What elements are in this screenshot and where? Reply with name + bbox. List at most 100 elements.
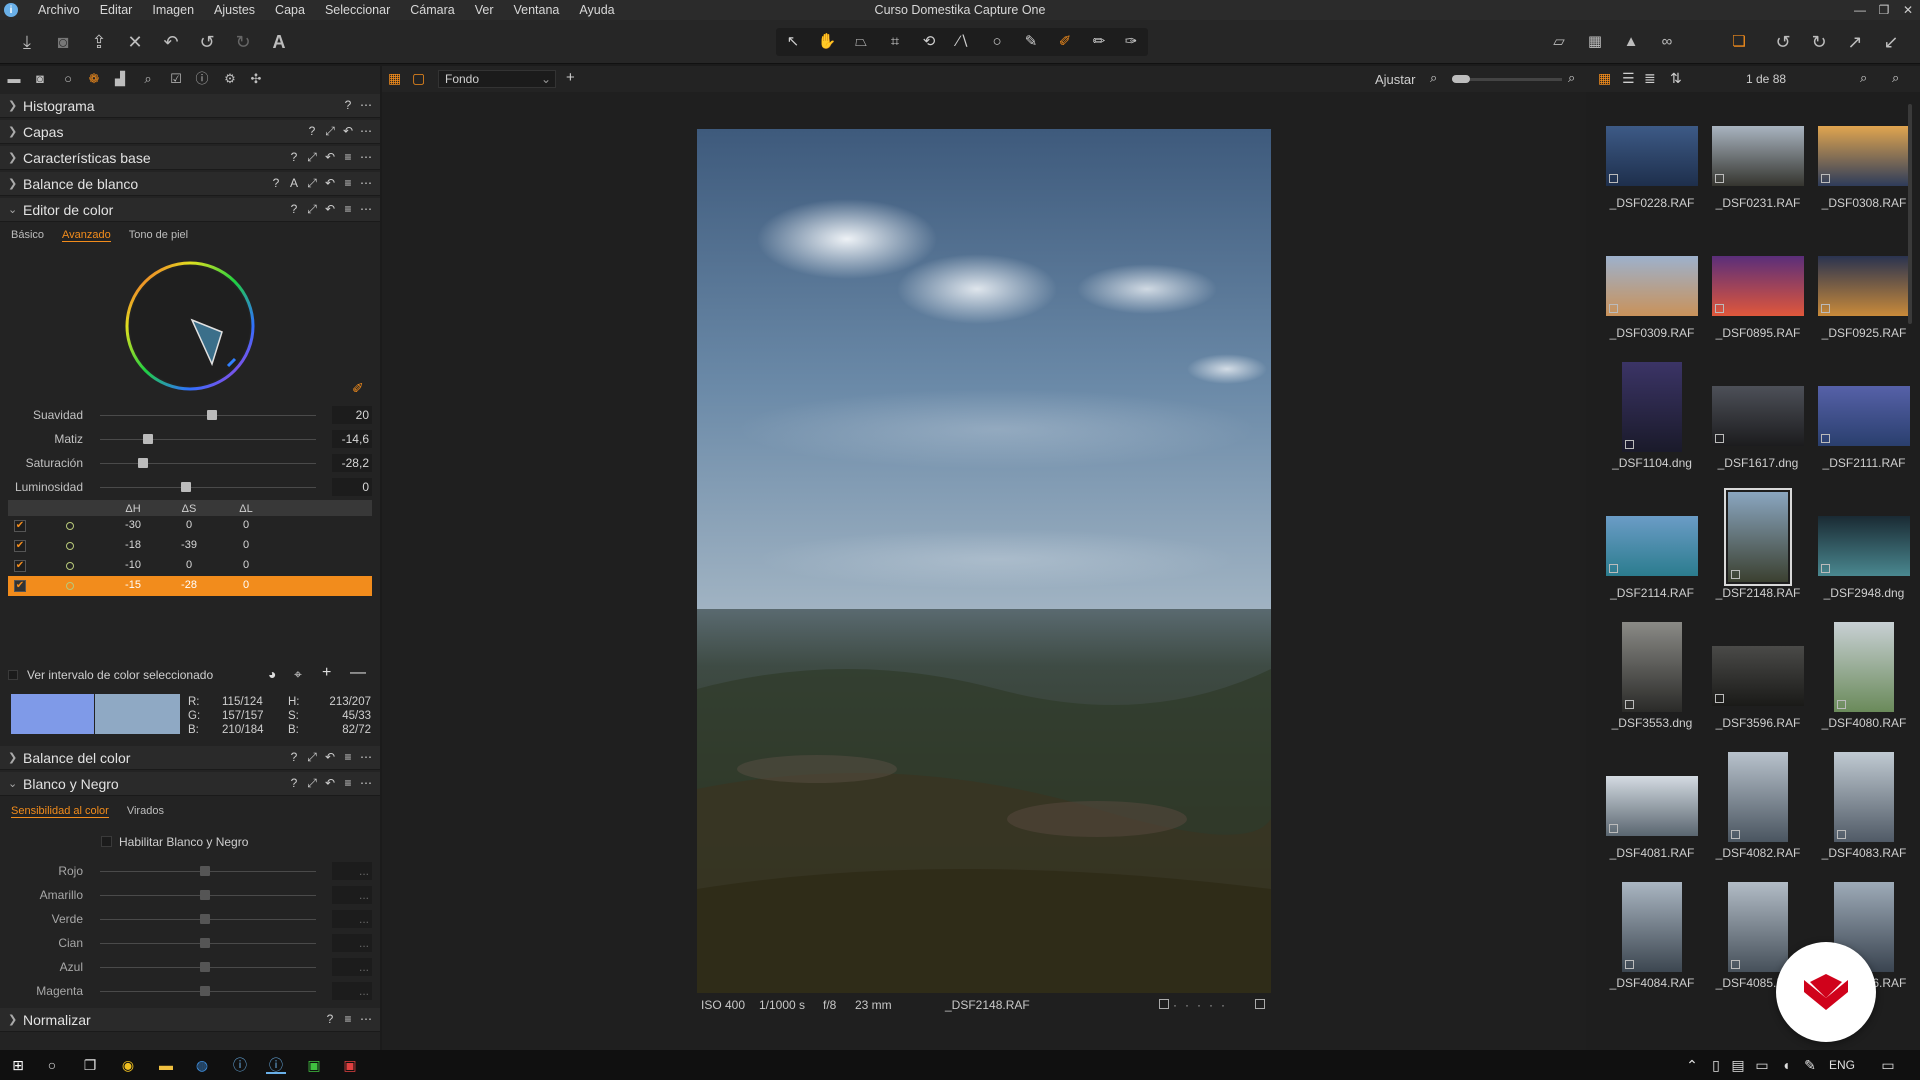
slider-knob[interactable]	[200, 866, 210, 876]
thumbnail-image[interactable]	[1818, 126, 1910, 186]
thumbnail[interactable]: _DSF0308.RAF	[1808, 126, 1910, 252]
thumbnail-checkbox[interactable]	[1609, 824, 1618, 833]
slider-value[interactable]: ...	[332, 958, 372, 976]
select-tool-icon[interactable]: ↖	[778, 30, 808, 54]
row-checkbox[interactable]: ✔	[14, 560, 26, 572]
menu-item[interactable]: Capa	[265, 3, 315, 17]
remove-icon[interactable]: —	[350, 664, 366, 682]
windows-start-icon[interactable]: ⊞	[8, 1056, 28, 1074]
output-tab-icon[interactable]: ⚙	[220, 70, 240, 88]
menu-item[interactable]: Imagen	[142, 3, 204, 17]
straighten-tool-icon[interactable]: ∕∖	[948, 30, 978, 54]
more-icon[interactable]: ⋯	[360, 1012, 372, 1026]
thumbnail-image[interactable]	[1622, 622, 1682, 712]
help-icon[interactable]: ?	[288, 150, 300, 165]
pie-icon[interactable]: ◕	[268, 666, 276, 682]
slider-knob[interactable]	[200, 938, 210, 948]
more-icon[interactable]: ⋯	[360, 750, 372, 765]
brush-tool-icon[interactable]: ✏	[1084, 30, 1114, 54]
thumbnail[interactable]: _DSF0231.RAF	[1702, 126, 1804, 252]
table-row[interactable]: ✔ -18 -39 0	[8, 536, 372, 556]
copy-icon[interactable]: ⤢	[306, 202, 318, 217]
thumbnail-checkbox[interactable]	[1731, 570, 1740, 579]
thumbnail-checkbox[interactable]	[1731, 960, 1740, 969]
menu-item[interactable]: Cámara	[400, 3, 464, 17]
table-row[interactable]: ✔ -30 0 0	[8, 516, 372, 536]
maximize-button[interactable]: ❐	[1872, 0, 1896, 20]
variants-icon[interactable]: ❏	[1726, 30, 1752, 54]
thumbnail-checkbox[interactable]	[1625, 960, 1634, 969]
thumbnail-checkbox[interactable]	[1715, 434, 1724, 443]
section-balance-color[interactable]: ❯ Balance del color ? ⤢ ↶ ≡ ⋯	[0, 746, 380, 770]
tab-tono-piel[interactable]: Tono de piel	[129, 229, 188, 242]
copy-icon[interactable]: ⤢	[324, 124, 336, 139]
adjustments-tab-icon[interactable]: ☑	[166, 70, 186, 88]
thumbnail-image[interactable]	[1712, 126, 1804, 186]
reset-icon[interactable]: ↶	[324, 150, 336, 165]
picker-tool-icon[interactable]: ✎	[1016, 30, 1046, 54]
menu-item[interactable]: Ajustes	[204, 3, 265, 17]
minimize-button[interactable]: —	[1848, 0, 1872, 20]
capture-tab-icon[interactable]: ◙	[30, 70, 50, 88]
pan-tool-icon[interactable]: ✋	[812, 30, 842, 54]
slider-value[interactable]: ...	[332, 982, 372, 1000]
keystone-tool-icon[interactable]: ⏢	[846, 30, 876, 54]
proof-icon[interactable]: ▱	[1546, 30, 1572, 54]
menu-item[interactable]: Ver	[465, 3, 504, 17]
slider-knob[interactable]	[181, 482, 192, 492]
thumbnail[interactable]: _DSF0228.RAF	[1596, 126, 1698, 252]
filmstrip-view-icon[interactable]: ≣	[1644, 70, 1656, 87]
app-icon[interactable]: ◍	[192, 1056, 212, 1074]
picker-add-icon[interactable]: ⌖	[294, 666, 302, 683]
thumbnail-image[interactable]	[1834, 622, 1894, 712]
slider-value[interactable]: ...	[332, 910, 372, 928]
help-icon[interactable]: ?	[270, 176, 282, 191]
copy-icon[interactable]: ⤢	[306, 776, 318, 791]
background-select[interactable]: Fondo ⌄	[438, 70, 556, 88]
thumbnail-checkbox[interactable]	[1821, 304, 1830, 313]
section-editor-color[interactable]: ⌄ Editor de color ? ⤢ ↶ ≡ ⋯	[0, 198, 380, 222]
rating-dots[interactable]: ·····	[1173, 998, 1233, 1012]
tab-basico[interactable]: Básico	[11, 229, 44, 242]
more-icon[interactable]: ⋯	[360, 202, 372, 217]
recorder-icon[interactable]: ▣	[340, 1056, 360, 1074]
eyedropper-icon[interactable]: ✐	[352, 380, 364, 397]
auto-icon[interactable]: A	[288, 176, 300, 191]
copy-icon[interactable]: ⤢	[306, 750, 318, 765]
help-icon[interactable]: ?	[306, 124, 318, 139]
menu-item[interactable]: Ventana	[504, 3, 570, 17]
cortana-icon[interactable]: ○	[42, 1056, 62, 1074]
add-icon[interactable]: +	[566, 69, 575, 86]
thumbnail-image[interactable]	[1606, 516, 1698, 576]
thumbnail-image[interactable]	[1712, 256, 1804, 316]
reset-icon[interactable]: ↶	[324, 750, 336, 765]
thumbnail[interactable]: _DSF2148.RAF	[1702, 488, 1802, 642]
monitor-icon[interactable]: ▭	[1752, 1056, 1772, 1074]
spot-tool-icon[interactable]: ○	[982, 30, 1012, 54]
presets-icon[interactable]: ≡	[342, 176, 354, 191]
reset-icon[interactable]: ↶	[324, 176, 336, 191]
browser-scrollbar[interactable]	[1908, 104, 1912, 324]
slider-value[interactable]: ...	[332, 934, 372, 952]
thumbnail[interactable]: _DSF0925.RAF	[1808, 256, 1910, 382]
presets-icon[interactable]: ≡	[342, 150, 354, 165]
list-view-icon[interactable]: ☰	[1622, 70, 1635, 87]
reset-icon[interactable]: ↶	[324, 202, 336, 217]
section-caracteristicas[interactable]: ❯ Características base ? ⤢ ↶ ≡ ⋯	[0, 146, 380, 170]
thumbnail-image[interactable]	[1606, 776, 1698, 836]
tab-virados[interactable]: Virados	[127, 805, 164, 818]
batch-tab-icon[interactable]: ✣	[246, 70, 266, 88]
color-tab-icon[interactable]: ❁	[84, 70, 104, 88]
table-row[interactable]: ✔ -15 -28 0	[8, 576, 372, 596]
grid-icon[interactable]: ▦	[1582, 30, 1608, 54]
close-window-button[interactable]: ✕	[1896, 0, 1920, 20]
table-row[interactable]: ✔ -10 0 0	[8, 556, 372, 576]
grid-view-icon[interactable]: ▦	[1598, 70, 1611, 87]
slider-track[interactable]	[100, 463, 316, 464]
reset-icon[interactable]: ↶	[158, 30, 184, 54]
slider-knob[interactable]	[138, 458, 149, 468]
warning-icon[interactable]: ▲	[1618, 30, 1644, 54]
thumbnail-checkbox[interactable]	[1821, 174, 1830, 183]
import-icon[interactable]: ⤓	[14, 30, 40, 54]
slider-knob[interactable]	[207, 410, 218, 420]
